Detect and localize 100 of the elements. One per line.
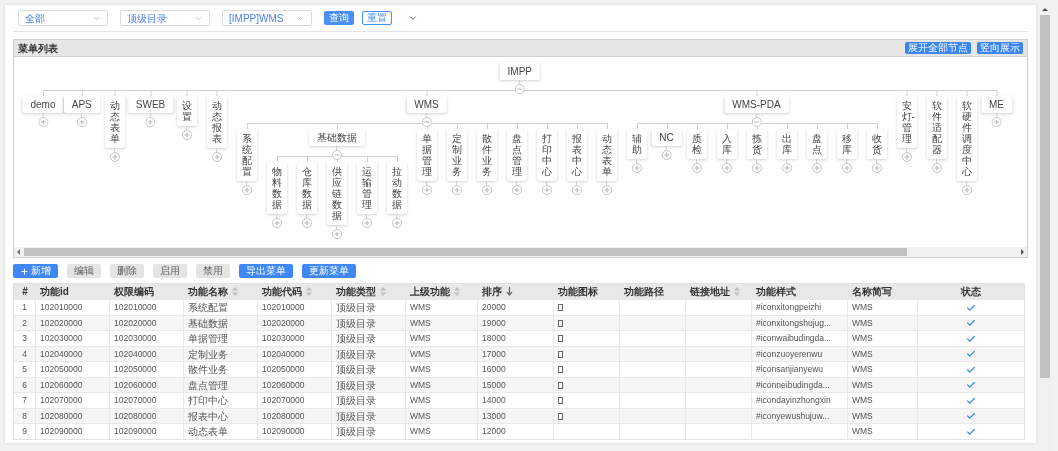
node-toggle[interactable] xyxy=(301,218,312,228)
node-toggle[interactable] xyxy=(514,84,525,94)
tree-node[interactable]: NC xyxy=(651,129,682,146)
sort-descending-icon[interactable] xyxy=(506,287,513,296)
tree-node[interactable]: 基础数据 xyxy=(308,129,365,146)
tree-node[interactable]: 出库 xyxy=(776,129,797,159)
tree-node[interactable]: 散件业务 xyxy=(476,129,497,181)
sort-icon[interactable] xyxy=(380,287,386,296)
tree-node[interactable]: 运输管理 xyxy=(356,162,377,214)
tree-node[interactable]: 移库 xyxy=(836,129,857,159)
tree-node[interactable]: 动态报表 xyxy=(206,96,227,148)
sort-icon[interactable] xyxy=(232,287,238,296)
node-toggle[interactable] xyxy=(541,185,552,195)
node-toggle[interactable] xyxy=(991,117,1002,127)
toolbar-button[interactable]: 更新菜单 xyxy=(302,264,356,278)
tree-node[interactable]: 物料数据 xyxy=(266,162,287,214)
node-toggle[interactable] xyxy=(421,185,432,195)
node-toggle[interactable] xyxy=(751,117,762,127)
chevron-down-icon[interactable] xyxy=(408,13,418,23)
column-header[interactable]: 功能图标 xyxy=(554,284,620,299)
tree-node[interactable]: 盘点 xyxy=(806,129,827,159)
tree-node[interactable]: 拉动数据 xyxy=(386,162,407,214)
column-header[interactable]: 名称简写 xyxy=(848,284,918,299)
node-toggle[interactable] xyxy=(781,163,792,173)
node-toggle[interactable] xyxy=(331,150,342,160)
select-field[interactable]: 全部 xyxy=(18,10,108,26)
column-header[interactable]: 功能路径 xyxy=(620,284,686,299)
horizontal-scrollbar[interactable] xyxy=(14,247,1027,257)
tree-node[interactable]: 入库 xyxy=(716,129,737,159)
tree-node[interactable]: 设置 xyxy=(176,96,197,126)
column-header[interactable]: 功能类型 xyxy=(332,284,406,299)
tree-node[interactable]: 收货 xyxy=(866,129,887,159)
column-header[interactable]: 权限编码 xyxy=(110,284,184,299)
tree-node[interactable]: 动态表单 xyxy=(104,96,125,148)
node-toggle[interactable] xyxy=(211,152,222,162)
tree-node[interactable]: 安灯-管理 xyxy=(896,96,917,148)
node-toggle[interactable] xyxy=(145,117,156,127)
tree-node[interactable]: SWEB xyxy=(127,96,174,113)
tree-node[interactable]: 单据管理 xyxy=(416,129,437,181)
node-toggle[interactable] xyxy=(931,163,942,173)
node-toggle[interactable] xyxy=(241,185,252,195)
node-toggle[interactable] xyxy=(571,185,582,195)
column-header[interactable]: # xyxy=(14,284,36,299)
node-toggle[interactable] xyxy=(271,218,282,228)
tree-node[interactable]: APS xyxy=(63,96,100,113)
node-toggle[interactable] xyxy=(721,163,732,173)
tree-node[interactable]: 盘点管理 xyxy=(506,129,527,181)
node-toggle[interactable] xyxy=(76,117,87,127)
column-header[interactable]: 功能代码 xyxy=(258,284,332,299)
node-toggle[interactable] xyxy=(871,163,882,173)
select-field[interactable]: 顶级目录 xyxy=(120,10,210,26)
column-header[interactable]: 上级功能 xyxy=(406,284,478,299)
tree-node[interactable]: 拣货 xyxy=(746,129,767,159)
tree-node[interactable]: WMS xyxy=(406,96,447,113)
toolbar-button[interactable]: 导出菜单 xyxy=(239,264,293,278)
tree-node[interactable]: 仓库数据 xyxy=(296,162,317,214)
column-header[interactable]: 功能样式 xyxy=(752,284,848,299)
tree-node[interactable]: 供应链数据 xyxy=(326,162,347,225)
tree-node[interactable]: 动态表单 xyxy=(596,129,617,181)
node-toggle[interactable] xyxy=(481,185,492,195)
column-header[interactable]: 状态 xyxy=(918,284,1024,299)
sort-icon[interactable] xyxy=(734,287,740,296)
node-toggle[interactable] xyxy=(181,130,192,140)
node-toggle[interactable] xyxy=(841,163,852,173)
tree-node[interactable]: demo xyxy=(22,96,64,113)
tree-node[interactable]: IMPP xyxy=(499,63,540,80)
tree-node[interactable]: 定制业务 xyxy=(446,129,467,181)
tree-node[interactable]: 质检 xyxy=(686,129,707,159)
node-toggle[interactable] xyxy=(691,163,702,173)
tree-node[interactable]: WMS-PDA xyxy=(724,96,789,113)
tree-node[interactable]: 软硬件调度中心 xyxy=(956,96,977,181)
node-toggle[interactable] xyxy=(451,185,462,195)
node-toggle[interactable] xyxy=(751,163,762,173)
panel-action-button[interactable]: 竖向展示 xyxy=(977,42,1023,54)
node-toggle[interactable] xyxy=(361,218,372,228)
tree-node[interactable]: 系统配置 xyxy=(236,129,257,181)
node-toggle[interactable] xyxy=(631,163,642,173)
node-toggle[interactable] xyxy=(391,218,402,228)
panel-action-button[interactable]: 展开全部节点 xyxy=(905,42,971,54)
tree-node[interactable]: 报表中心 xyxy=(566,129,587,181)
sort-icon[interactable] xyxy=(454,287,460,296)
select-field[interactable]: [IMPP]WMS xyxy=(222,10,312,26)
node-toggle[interactable] xyxy=(421,117,432,127)
toolbar-button[interactable]: 新增 xyxy=(13,264,58,278)
node-toggle[interactable] xyxy=(901,152,912,162)
column-header[interactable]: 链接地址 xyxy=(686,284,752,299)
tree-node[interactable]: 软件适配器 xyxy=(926,96,947,159)
tree-node[interactable]: 打印中心 xyxy=(536,129,557,181)
node-toggle[interactable] xyxy=(601,185,612,195)
node-toggle[interactable] xyxy=(331,229,342,239)
tree-node[interactable]: 辅助 xyxy=(626,129,647,159)
node-toggle[interactable] xyxy=(511,185,522,195)
node-toggle[interactable] xyxy=(38,117,48,127)
tree-node[interactable]: ME xyxy=(981,96,1012,113)
sort-icon[interactable] xyxy=(306,287,312,296)
node-toggle[interactable] xyxy=(811,163,822,173)
column-header[interactable]: 功能名称 xyxy=(184,284,258,299)
column-header[interactable]: 排序 xyxy=(478,284,554,299)
column-header[interactable]: 功能id xyxy=(36,284,110,299)
node-toggle[interactable] xyxy=(961,185,972,195)
